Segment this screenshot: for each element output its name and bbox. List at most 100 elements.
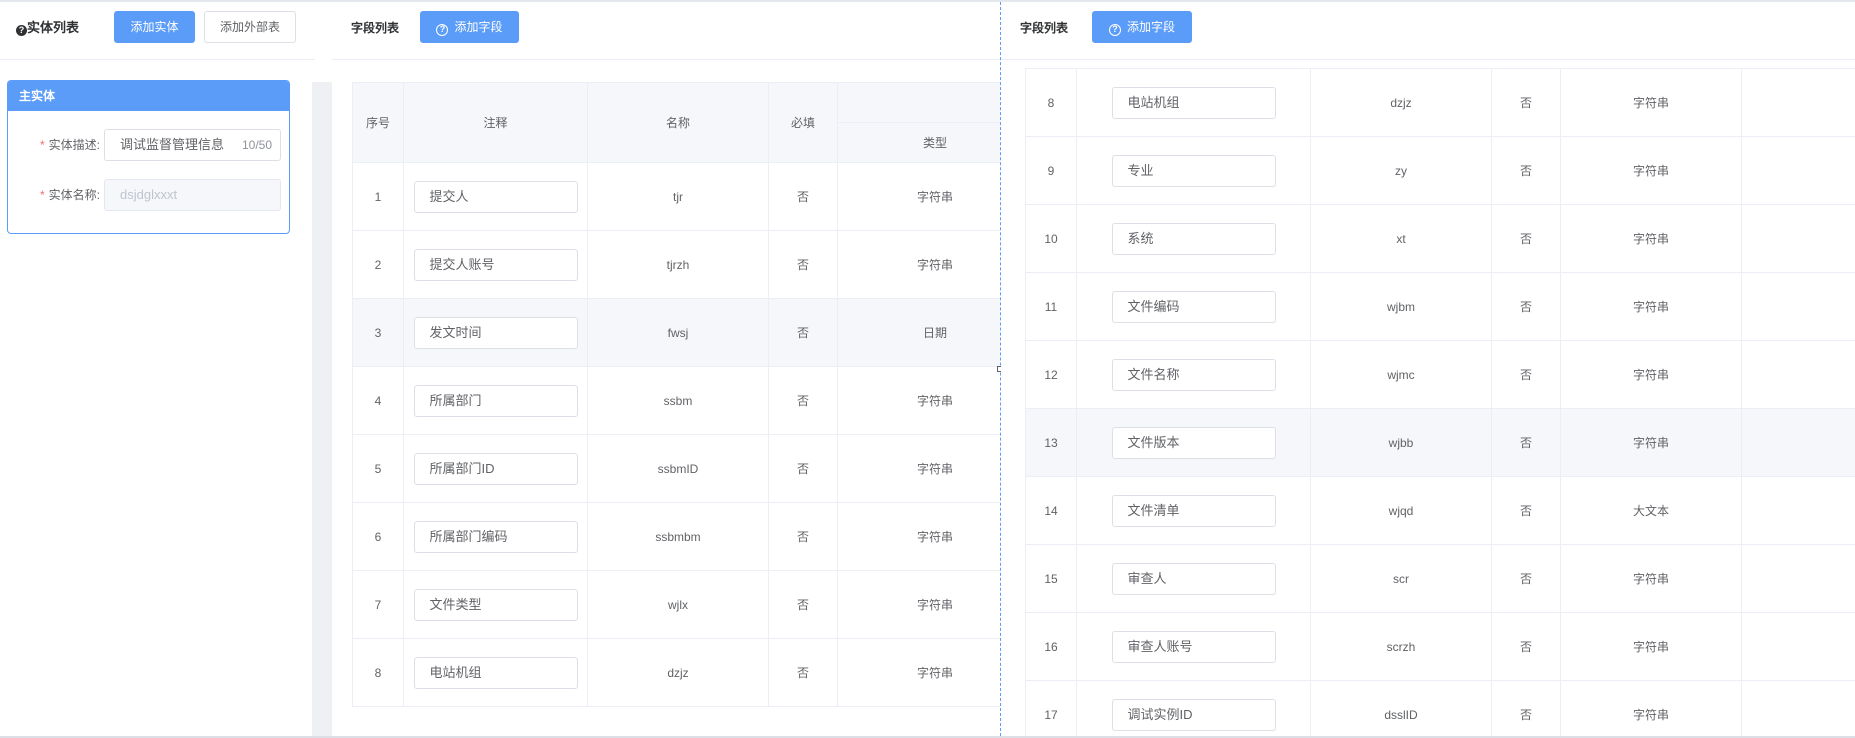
cell-index: 3 [352,298,404,367]
table-row[interactable]: 5 所属部门ID ssbmID 否字符串 [352,434,1000,503]
entity-name-row: * 实体名称: dsjdglxxxt [8,179,289,211]
cell-type: 字符串 [1560,272,1742,341]
cell-name: wjqd [1310,476,1492,545]
table-row[interactable]: 17 调试实例ID dsslID 否字符串 [1025,680,1855,736]
cell-name: dzjz [587,638,769,707]
comment-input[interactable]: 调试实例ID [1111,698,1276,731]
cell-name: scrzh [1310,612,1492,681]
table-row[interactable]: 8 电站机组 dzjz 否字符串 [1025,68,1855,137]
help-icon[interactable]: ? [16,25,27,36]
add-field-button[interactable]: ? 添加字段 [420,11,519,43]
cell-type: 字符串 [837,162,1000,231]
cell-index: 6 [352,502,404,571]
cell-index: 5 [352,434,404,503]
cell-type: 字符串 [837,570,1000,639]
question-circle-icon: ? [436,24,449,36]
cell-name: wjbb [1310,408,1492,477]
entity-name-label: 实体名称: [48,188,100,202]
cell-comment: 文件清单 [1076,476,1311,545]
cell-extra [1741,408,1855,477]
cell-extra [1741,612,1855,681]
cell-required: 否 [1491,612,1561,681]
cell-type: 字符串 [1560,544,1742,613]
comment-input[interactable]: 提交人账号 [413,248,578,281]
comment-input[interactable]: 文件类型 [413,588,578,621]
cell-name: wjmc [1310,340,1492,409]
cell-required: 否 [1491,408,1561,477]
table-row[interactable]: 11 文件编码 wjbm 否字符串 [1025,272,1855,341]
add-entity-button[interactable]: 添加实体 [114,11,195,43]
col-header-group [837,82,1000,123]
cell-required: 否 [1491,340,1561,409]
table-row[interactable]: 14 文件清单 wjqd 否大文本 [1025,476,1855,545]
entity-name-input[interactable]: dsjdglxxxt [104,179,281,211]
table-row[interactable]: 12 文件名称 wjmc 否字符串 [1025,340,1855,409]
comment-input[interactable]: 电站机组 [413,656,578,689]
field-list-panel-right: 字段列表 ? 添加字段 8 电站机组 dzjz 否字符串 9 专业 zy 否字符串 10 系统 xt 否… [1001,2,1855,736]
comment-input[interactable]: 发文时间 [413,316,578,349]
cell-index: 7 [352,570,404,639]
comment-input[interactable]: 所属部门编码 [413,520,578,553]
comment-input[interactable]: 电站机组 [1111,86,1276,119]
field-table-right: 8 电站机组 dzjz 否字符串 9 专业 zy 否字符串 10 系统 xt 否字符串 11 文件编码 wj… [1025,68,1855,736]
table-row[interactable]: 13 文件版本 wjbb 否字符串 [1025,408,1855,477]
comment-input[interactable]: 文件名称 [1111,358,1276,391]
table-row[interactable]: 15 审查人 scr 否字符串 [1025,544,1855,613]
cell-name: dzjz [1310,68,1492,137]
comment-input[interactable]: 所属部门ID [413,452,578,485]
main-entity-card[interactable]: 主实体 * 实体描述: 调试监督管理信息 10/50 * 实体名称: dsjdglx… [7,80,290,234]
table-row[interactable]: 2 提交人账号 tjrzh 否字符串 [352,230,1000,299]
cell-comment: 电站机组 [1076,68,1311,137]
table-row[interactable]: 4 所属部门 ssbm 否字符串 [352,366,1000,435]
cell-index: 8 [1025,68,1077,137]
table-row[interactable]: 7 文件类型 wjlx 否字符串 [352,570,1000,639]
required-mark: * [39,138,45,152]
comment-input[interactable]: 系统 [1111,222,1276,255]
entity-list-header: ? 实体列表 添加实体 添加外部表 [0,2,315,60]
cell-index: 16 [1025,612,1077,681]
comment-input[interactable]: 文件编码 [1111,290,1276,323]
table-row[interactable]: 8 电站机组 dzjz 否字符串 [352,638,1000,707]
cell-extra [1741,476,1855,545]
cell-required: 否 [1491,272,1561,341]
comment-input[interactable]: 提交人 [413,180,578,213]
entity-list-title: ? 实体列表 [16,20,79,36]
cell-comment: 专业 [1076,136,1311,205]
cell-required: 否 [768,570,838,639]
comment-input[interactable]: 审查人 [1111,562,1276,595]
add-field-button-right[interactable]: ? 添加字段 [1092,11,1192,43]
cell-comment: 系统 [1076,204,1311,273]
table-row[interactable]: 6 所属部门编码 ssbmbm 否字符串 [352,502,1000,571]
table-row[interactable]: 9 专业 zy 否字符串 [1025,136,1855,205]
comment-input[interactable]: 文件清单 [1111,494,1276,527]
cell-required: 否 [1491,476,1561,545]
cell-required: 否 [1491,68,1561,137]
table-row[interactable]: 1 提交人 tjr 否字符串 [352,162,1000,231]
field-list-header: 字段列表 ? 添加字段 [332,2,1000,60]
table-row[interactable]: 3 发文时间 fwsj 否日期 [352,298,1000,367]
cell-comment: 电站机组 [403,638,588,707]
entity-desc-input[interactable]: 调试监督管理信息 10/50 [104,129,281,161]
comment-input[interactable]: 审查人账号 [1111,630,1276,663]
cell-type: 字符串 [1560,408,1742,477]
table-row[interactable]: 16 审查人账号 scrzh 否字符串 [1025,612,1855,681]
cell-name: zy [1310,136,1492,205]
cell-index: 13 [1025,408,1077,477]
comment-input[interactable]: 文件版本 [1111,426,1276,459]
cell-index: 14 [1025,476,1077,545]
comment-input[interactable]: 所属部门 [413,384,578,417]
cell-index: 4 [352,366,404,435]
comment-input[interactable]: 专业 [1111,154,1276,187]
table-row[interactable]: 10 系统 xt 否字符串 [1025,204,1855,273]
cell-name: ssbmbm [587,502,769,571]
col-header-index: 序号 [352,82,404,163]
cell-index: 15 [1025,544,1077,613]
cell-name: dsslID [1310,680,1492,736]
cell-comment: 审查人 [1076,544,1311,613]
cell-type: 大文本 [1560,476,1742,545]
cell-extra [1741,68,1855,137]
cell-required: 否 [1491,680,1561,736]
cell-type: 字符串 [1560,204,1742,273]
add-external-table-button[interactable]: 添加外部表 [204,11,296,43]
cell-index: 12 [1025,340,1077,409]
